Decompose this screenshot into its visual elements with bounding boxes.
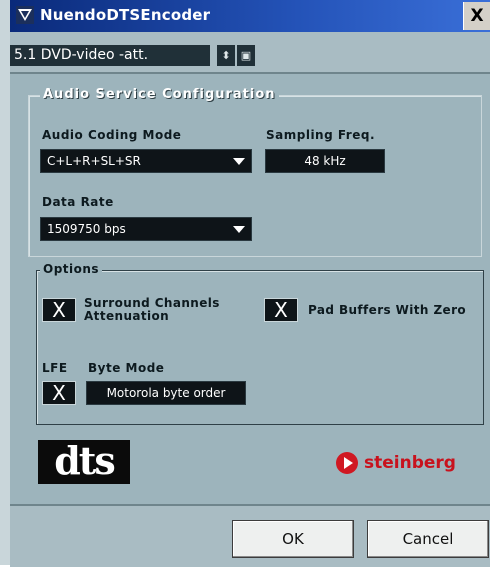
preset-bar: 5.1 DVD-video -att. ⬍ ▣ [10,32,490,72]
preset-buttons: ⬍ ▣ [217,45,255,66]
chevron-down-icon [233,226,245,233]
pad-buffers-checkbox[interactable]: X [264,298,298,322]
surround-attenuation-label: Surround Channels Attenuation [84,296,220,323]
lfe-label: LFE [42,361,68,375]
byte-mode-label: Byte Mode [88,361,165,375]
preset-spin-icon[interactable]: ⬍ [217,45,235,66]
lfe-checkbox[interactable]: X [42,381,76,405]
title-bar[interactable]: NuendoDTSEncoder X [10,0,490,32]
cancel-button[interactable]: Cancel [367,520,489,558]
ok-button[interactable]: OK [232,520,354,558]
window-title: NuendoDTSEncoder [40,6,211,24]
coding-mode-dropdown[interactable]: C+L+R+SL+SR [40,149,252,173]
byte-mode-field[interactable]: Motorola byte order [86,381,246,405]
surround-attenuation-checkbox[interactable]: X [42,298,76,322]
coding-mode-value: C+L+R+SL+SR [47,154,141,168]
options-group-title: Options [40,262,103,276]
chevron-down-icon [233,158,245,165]
steinberg-mark-icon [336,452,358,474]
encoder-window: NuendoDTSEncoder X 5.1 DVD-video -att. ⬍… [0,0,490,567]
steinberg-logo: steinberg [336,450,456,476]
app-icon [16,6,34,24]
button-bar: OK Cancel [10,504,490,567]
steinberg-wordmark: steinberg [364,453,456,473]
close-button[interactable]: X [463,2,490,30]
coding-mode-label: Audio Coding Mode [42,128,182,142]
data-rate-value: 1509750 bps [47,222,126,236]
data-rate-label: Data Rate [42,195,114,209]
sampling-freq-field[interactable]: 48 kHz [265,149,385,173]
dts-logo: dts [38,440,130,484]
divider [10,72,490,74]
pad-buffers-label: Pad Buffers With Zero [308,303,467,317]
preset-selector[interactable]: 5.1 DVD-video -att. [10,45,210,66]
config-group-title: Audio Service Configuration [40,87,279,102]
preset-save-icon[interactable]: ▣ [237,45,255,66]
sampling-freq-label: Sampling Freq. [266,128,376,142]
data-rate-dropdown[interactable]: 1509750 bps [40,217,252,241]
